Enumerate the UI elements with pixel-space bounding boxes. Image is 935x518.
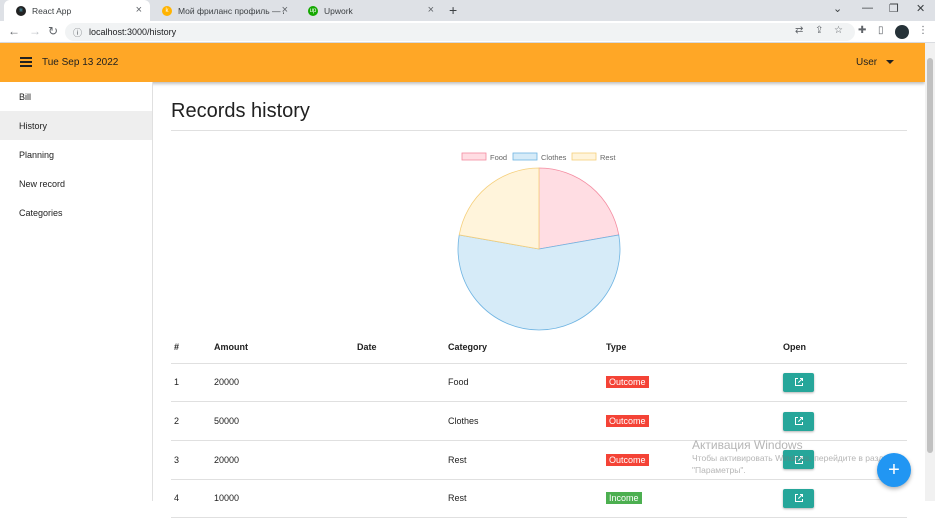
browser-tab-react-app[interactable]: ⚛ React App × xyxy=(4,0,150,21)
column-header-type: Type xyxy=(603,332,780,364)
tab-title: Upwork xyxy=(324,5,353,16)
open-record-button[interactable] xyxy=(783,372,814,392)
cell-category: Food xyxy=(445,363,603,403)
minimize-button[interactable]: — xyxy=(862,2,873,14)
cell-category: Rest xyxy=(445,440,603,480)
cell-number: 4 xyxy=(171,479,211,518)
browser-tab-freelance[interactable]: k Мой фриланс профиль — Алд × xyxy=(150,0,296,21)
type-badge: Income xyxy=(606,492,642,505)
maximize-button[interactable]: ❐ xyxy=(889,2,899,15)
column-header-open: Open xyxy=(780,332,907,364)
cell-number: 3 xyxy=(171,440,211,480)
cell-number: 2 xyxy=(171,401,211,441)
open-in-new-icon xyxy=(794,378,803,387)
address-bar[interactable]: ⓘ localhost:3000/history xyxy=(65,23,855,41)
profile-avatar[interactable] xyxy=(895,25,909,39)
legend-label-clothes[interactable]: Clothes xyxy=(541,153,567,162)
scrollbar-thumb[interactable] xyxy=(927,58,933,453)
tab-title: React App xyxy=(32,5,72,16)
sidebar-item-new-record[interactable]: New record xyxy=(0,169,152,198)
bookmark-star-icon[interactable]: ☆ xyxy=(834,25,843,36)
back-icon[interactable]: ← xyxy=(8,24,20,38)
cell-date xyxy=(354,479,445,518)
upwork-icon: up xyxy=(308,5,318,16)
extensions-icon[interactable]: ✚ xyxy=(858,25,866,36)
cell-category: Clothes xyxy=(445,401,603,441)
hamburger-menu-icon[interactable] xyxy=(20,57,32,67)
reload-icon[interactable]: ↻ xyxy=(48,24,58,38)
translate-icon[interactable]: ⇄ xyxy=(795,25,803,36)
table-row: 2 50000 Clothes Outcome xyxy=(171,401,907,441)
cell-category: Rest xyxy=(445,479,603,518)
browser-toolbar: ← → ↻ ⓘ localhost:3000/history ⇄ ⇪ ☆ ✚ ▯… xyxy=(0,21,935,43)
legend-label-food[interactable]: Food xyxy=(490,153,507,162)
tab-title: Мой фриланс профиль — Алд xyxy=(178,5,284,16)
user-menu[interactable]: User xyxy=(856,57,877,68)
cell-amount: 50000 xyxy=(211,401,354,441)
open-record-button[interactable] xyxy=(783,411,814,431)
open-in-new-icon xyxy=(794,417,803,426)
open-record-button[interactable] xyxy=(783,488,814,508)
url-text: localhost:3000/history xyxy=(89,27,177,37)
table-header-row: # Amount Date Category Type Open xyxy=(171,332,907,364)
open-in-new-icon xyxy=(794,494,803,503)
kwork-icon: k xyxy=(162,5,172,16)
sidebar-item-bill[interactable]: Bill xyxy=(0,82,152,111)
column-header-category: Category xyxy=(445,332,603,364)
watermark-text: Чтобы активировать Windows, перейдите в … xyxy=(692,453,893,463)
add-record-fab[interactable]: + xyxy=(877,453,911,487)
share-icon[interactable]: ⇪ xyxy=(815,25,823,36)
header-date: Tue Sep 13 2022 xyxy=(42,57,119,68)
legend-swatch-rest[interactable] xyxy=(571,152,597,161)
cell-date xyxy=(354,363,445,403)
records-table: # Amount Date Category Type Open 1 20000… xyxy=(171,332,907,518)
sidebar: Bill History Planning New record Categor… xyxy=(0,82,153,501)
type-badge: Outcome xyxy=(606,415,649,428)
forward-icon[interactable]: → xyxy=(29,24,41,38)
close-window-button[interactable]: ✕ xyxy=(916,2,925,15)
app-header: Tue Sep 13 2022 User xyxy=(0,43,925,82)
close-tab-icon[interactable]: × xyxy=(136,4,142,16)
type-badge: Outcome xyxy=(606,453,649,466)
watermark-title: Активация Windows xyxy=(692,438,803,452)
pie-chart: Food Clothes Rest xyxy=(457,152,621,331)
sidebar-item-planning[interactable]: Planning xyxy=(0,140,152,169)
new-tab-button[interactable]: + xyxy=(449,2,457,18)
column-header-date: Date xyxy=(354,332,445,364)
column-header-number: # xyxy=(171,332,211,364)
tab-search-icon[interactable]: ⌄ xyxy=(833,2,842,15)
cell-amount: 20000 xyxy=(211,363,354,403)
side-panel-icon[interactable]: ▯ xyxy=(878,25,884,36)
close-tab-icon[interactable]: × xyxy=(428,4,434,16)
table-row: 4 10000 Rest Income xyxy=(171,479,907,518)
type-badge: Outcome xyxy=(606,376,649,389)
legend-swatch-clothes[interactable] xyxy=(512,152,538,161)
cell-amount: 20000 xyxy=(211,440,354,480)
browser-tab-upwork[interactable]: up Upwork × xyxy=(296,0,442,21)
close-tab-icon[interactable]: × xyxy=(282,4,288,16)
windows-activation-watermark: Активация Windows Чтобы активировать Win… xyxy=(692,438,893,476)
title-divider xyxy=(171,130,907,131)
cell-date xyxy=(354,440,445,480)
table-row: 1 20000 Food Outcome xyxy=(171,363,907,403)
watermark-text-2: "Параметры". xyxy=(692,465,746,475)
cell-amount: 10000 xyxy=(211,479,354,518)
page-title: Records history xyxy=(171,100,310,122)
sidebar-item-history[interactable]: History xyxy=(0,111,152,140)
browser-tabstrip: ⚛ React App × k Мой фриланс профиль — Ал… xyxy=(0,0,935,21)
cell-date xyxy=(354,401,445,441)
chevron-down-icon[interactable] xyxy=(886,60,894,64)
legend-label-rest[interactable]: Rest xyxy=(600,153,616,162)
browser-menu-icon[interactable]: ⋮ xyxy=(918,25,928,36)
react-icon: ⚛ xyxy=(16,5,26,16)
column-header-amount: Amount xyxy=(211,332,354,364)
cell-number: 1 xyxy=(171,363,211,403)
pie-slice-rest[interactable] xyxy=(458,167,540,250)
sidebar-item-categories[interactable]: Categories xyxy=(0,198,152,227)
site-info-icon[interactable]: ⓘ xyxy=(73,26,82,39)
legend-swatch-food[interactable] xyxy=(461,152,487,161)
